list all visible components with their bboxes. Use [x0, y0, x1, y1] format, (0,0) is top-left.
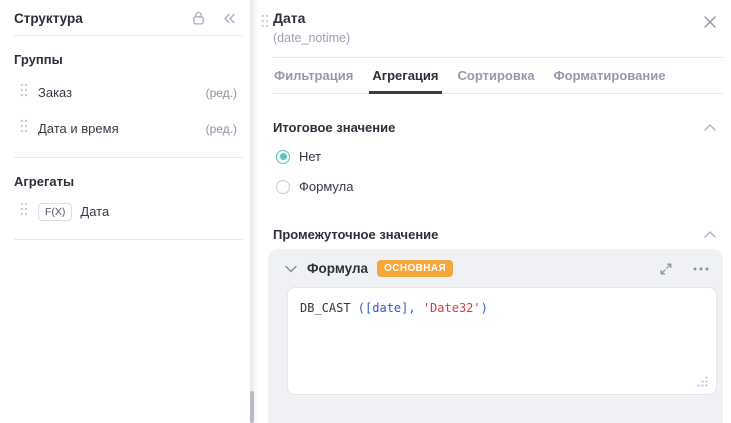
formula-card-title: Формула	[307, 261, 368, 276]
panel-drag-handle-icon[interactable]	[261, 14, 269, 33]
aggregate-item-data[interactable]: F(X) Дата	[20, 202, 237, 221]
radio-option-none[interactable]: Нет	[276, 149, 723, 164]
field-subtitle: (date_notime)	[273, 31, 715, 46]
tab-filtering[interactable]: Фильтрация	[273, 66, 354, 93]
intermediate-value-section-title: Промежуточное значение	[273, 227, 438, 242]
edit-group-link[interactable]: (ред.)	[206, 122, 237, 136]
radio-label: Нет	[299, 149, 321, 164]
header-divider	[273, 57, 723, 58]
vertical-scrollbar-thumb[interactable]	[250, 391, 254, 423]
sidebar-divider	[14, 35, 243, 36]
chevron-up-icon[interactable]	[704, 124, 716, 131]
radio-selected-icon[interactable]	[276, 150, 290, 164]
group-label: Дата и время	[38, 121, 206, 136]
structure-sidebar: Структура Группы Заказ	[0, 0, 250, 423]
formula-code-line: DB_CAST ([date], 'Date32')	[288, 288, 716, 328]
resize-handle-icon[interactable]	[697, 376, 708, 387]
sidebar-title: Структура	[14, 11, 191, 26]
formula-code-editor[interactable]: DB_CAST ([date], 'Date32')	[287, 287, 717, 395]
code-function: DB_CAST	[300, 301, 358, 315]
chevron-up-icon[interactable]	[704, 231, 716, 238]
chevron-down-icon[interactable]	[285, 265, 297, 273]
tab-formatting[interactable]: Форматирование	[553, 66, 667, 93]
radio-unselected-icon[interactable]	[276, 180, 290, 194]
groups-section-title: Группы	[14, 52, 236, 67]
expand-icon[interactable]	[659, 262, 673, 276]
group-label: Заказ	[38, 85, 206, 100]
tab-sorting[interactable]: Сортировка	[457, 66, 536, 93]
collapse-sidebar-icon[interactable]	[222, 12, 237, 25]
edit-group-link[interactable]: (ред.)	[206, 86, 237, 100]
total-value-section-title: Итоговое значение	[273, 120, 395, 135]
formula-card: Формула ОСНОВНАЯ DB_CAST	[268, 249, 723, 423]
sidebar-divider	[14, 239, 243, 240]
code-args: ([date],	[358, 301, 423, 315]
tab-aggregation[interactable]: Агрегация	[371, 66, 439, 93]
radio-option-formula[interactable]: Формула	[276, 179, 723, 194]
lock-icon[interactable]	[191, 10, 206, 26]
code-close-paren: )	[481, 301, 488, 315]
close-icon[interactable]	[704, 16, 716, 28]
drag-handle-icon[interactable]	[20, 119, 28, 138]
aggregates-section-title: Агрегаты	[14, 174, 236, 189]
code-string-literal: 'Date32'	[423, 301, 481, 315]
sidebar-divider	[14, 157, 243, 158]
more-options-icon[interactable]	[693, 267, 709, 271]
aggregate-label: Дата	[80, 204, 237, 219]
formula-badge: F(X)	[38, 203, 72, 221]
settings-tabs: Фильтрация Агрегация Сортировка Форматир…	[273, 66, 723, 94]
primary-badge: ОСНОВНАЯ	[377, 260, 453, 277]
field-title: Дата	[273, 10, 715, 27]
group-item-date-time[interactable]: Дата и время (ред.)	[20, 119, 237, 138]
group-item-zakaz[interactable]: Заказ (ред.)	[20, 83, 237, 102]
drag-handle-icon[interactable]	[20, 83, 28, 102]
field-settings-panel: Дата (date_notime) Фильтрация Агрегация …	[257, 0, 731, 423]
radio-label: Формула	[299, 179, 353, 194]
sidebar-header: Структура	[0, 0, 250, 26]
drag-handle-icon[interactable]	[20, 202, 28, 221]
